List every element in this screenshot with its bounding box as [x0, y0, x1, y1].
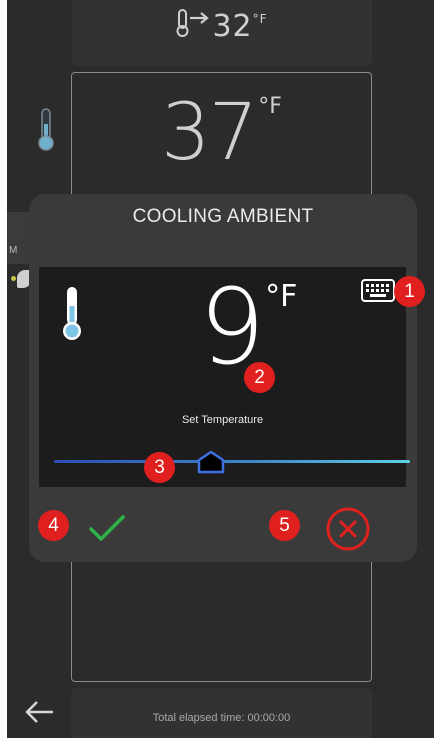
- pull-down-temp-card[interactable]: 32°F: [72, 0, 372, 66]
- keyboard-button[interactable]: [360, 277, 396, 305]
- thermometer-icon: [37, 108, 55, 157]
- close-circle-icon: [326, 507, 370, 551]
- thermometer-icon: [61, 286, 83, 347]
- current-temp-unit: °F: [258, 94, 282, 119]
- callout-3: 3: [144, 452, 175, 483]
- app-screen: 32°F 37°F M Total elapsed time: 00:00:00…: [7, 0, 434, 738]
- set-temp-display[interactable]: 9°F: [199, 275, 297, 379]
- elapsed-time-text: Total elapsed time: 00:00:00: [152, 712, 291, 724]
- thermometer-arrow-icon: [176, 9, 210, 37]
- keyboard-icon: [361, 279, 395, 302]
- pull-down-temp: 32°F: [72, 8, 372, 44]
- callout-5: 5: [269, 510, 300, 541]
- temperature-slider[interactable]: [54, 450, 410, 474]
- mode-side-tab[interactable]: M: [7, 212, 31, 264]
- current-temp-value: 37: [161, 88, 258, 178]
- cancel-button[interactable]: [325, 506, 371, 552]
- set-temp-unit: °F: [265, 279, 298, 314]
- callout-4: 4: [38, 510, 69, 541]
- slider-track: [54, 460, 410, 463]
- set-temp-label: Set Temperature: [181, 414, 264, 426]
- slider-thumb[interactable]: [197, 450, 225, 474]
- pull-down-temp-value: 32: [212, 9, 253, 44]
- dialog-title: COOLING AMBIENT: [132, 206, 314, 227]
- callout-1: 1: [394, 276, 425, 307]
- side-tab-letter: M: [9, 245, 18, 256]
- elapsed-time-bar: Total elapsed time: 00:00:00: [71, 688, 372, 738]
- current-temp-display: 37°F: [71, 88, 372, 178]
- status-dot: [11, 276, 16, 281]
- checkmark-icon: [89, 515, 125, 541]
- pull-down-temp-unit: °F: [252, 12, 268, 26]
- callout-2: 2: [244, 362, 275, 393]
- set-temp-panel: 9°F Set Temperature: [39, 267, 410, 487]
- back-button[interactable]: [23, 698, 55, 726]
- cooling-ambient-dialog: COOLING AMBIENT 9°F Set Temperature: [29, 194, 417, 562]
- left-arrow-icon: [25, 701, 53, 723]
- confirm-button[interactable]: [87, 512, 127, 544]
